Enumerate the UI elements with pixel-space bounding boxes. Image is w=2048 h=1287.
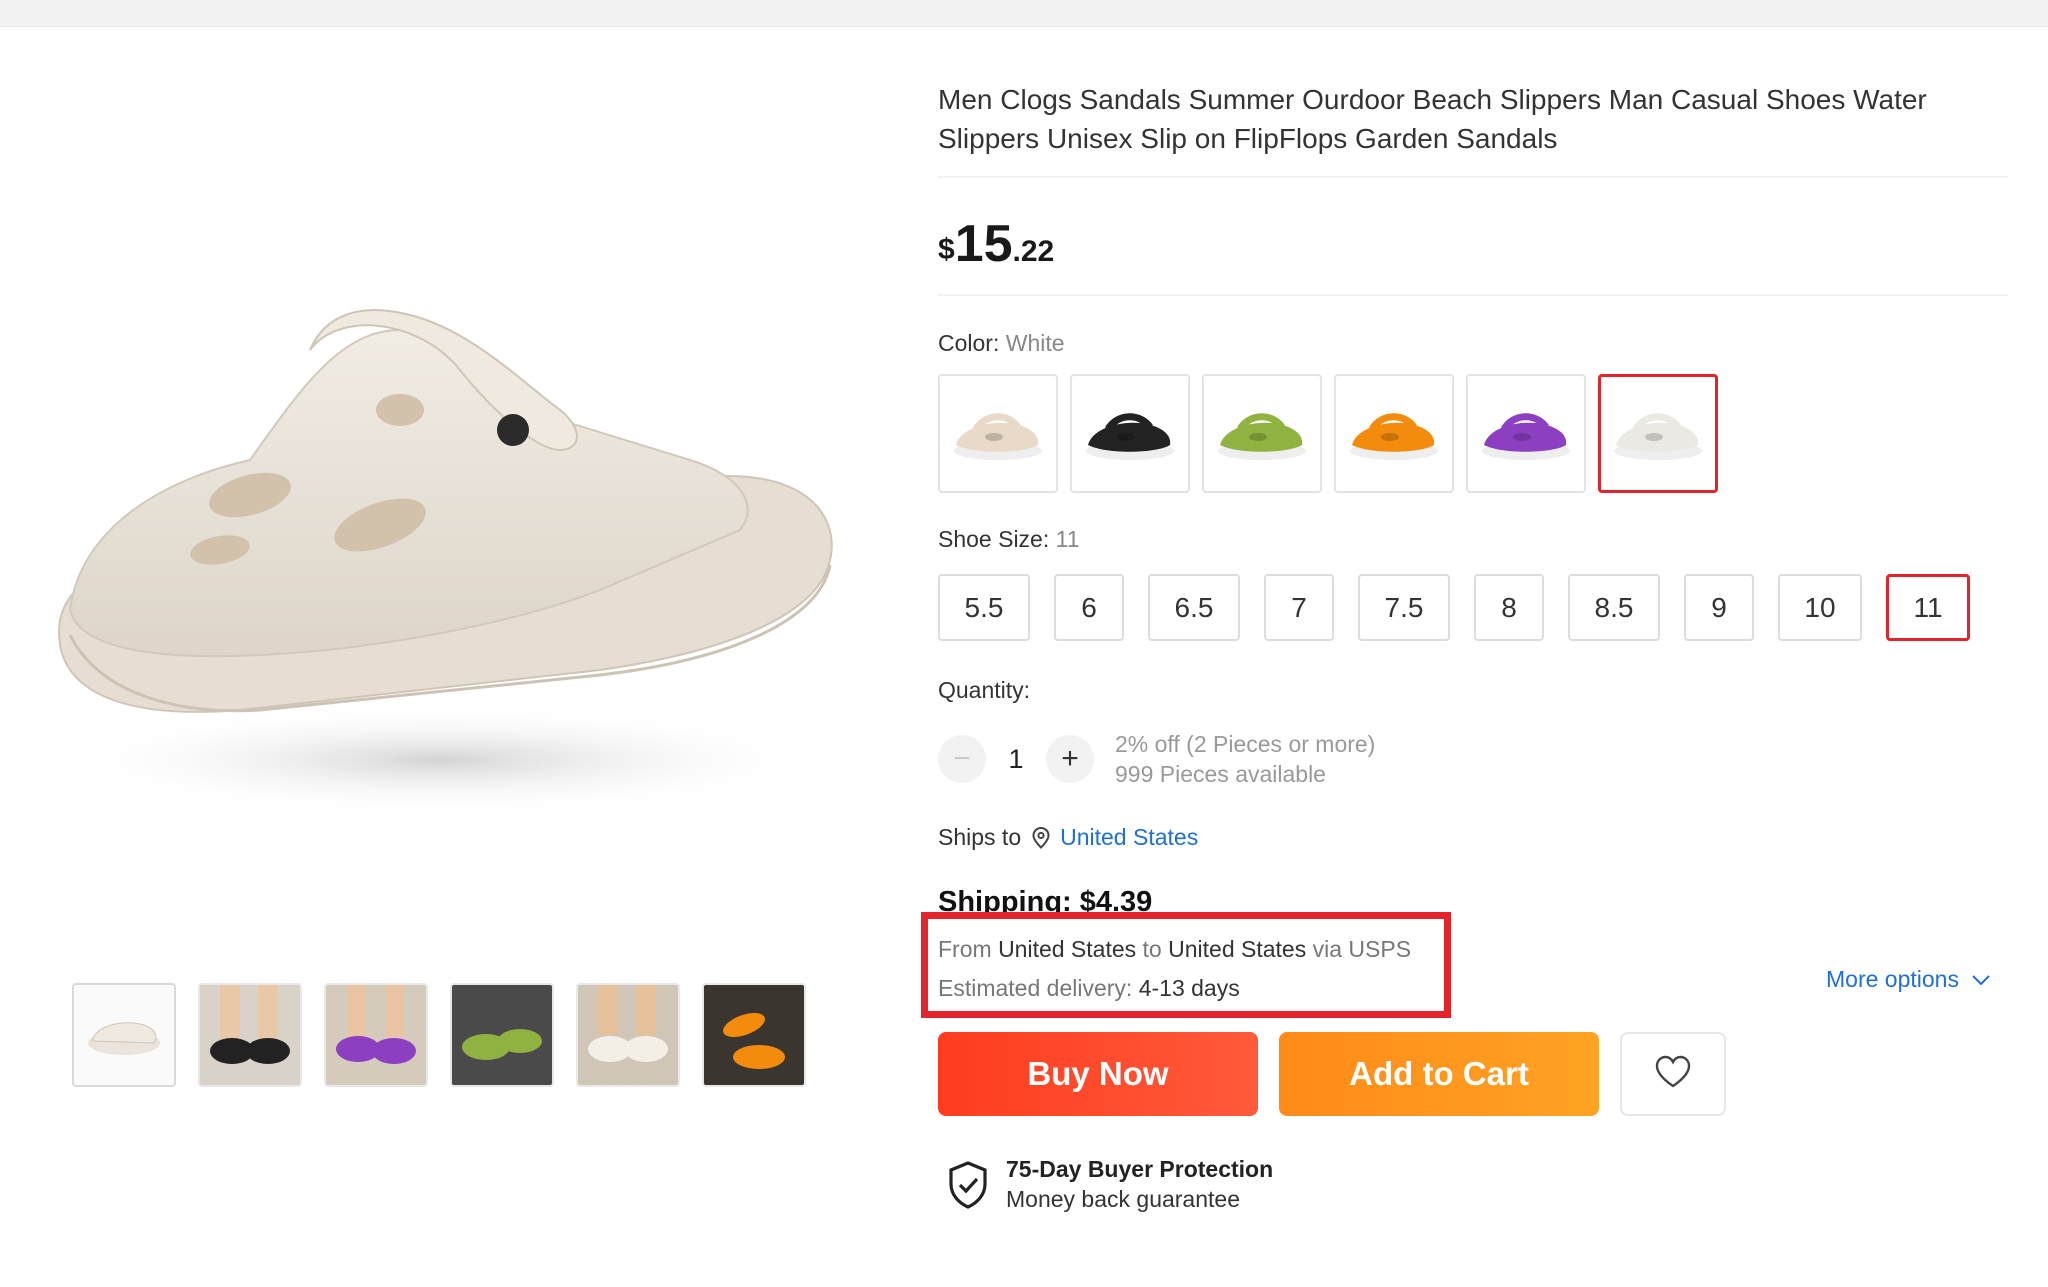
more-shipping-options-link[interactable]: More options bbox=[1826, 966, 1991, 993]
main-product-image[interactable] bbox=[40, 290, 840, 830]
size-option[interactable]: 5.5 bbox=[938, 574, 1030, 641]
divider bbox=[938, 294, 2008, 296]
thumbnail[interactable] bbox=[702, 983, 806, 1087]
product-details: Men Clogs Sandals Summer Ourdoor Beach S… bbox=[938, 80, 2008, 1008]
size-option[interactable]: 10 bbox=[1778, 574, 1862, 641]
color-swatch-image bbox=[1482, 412, 1570, 460]
color-swatch-image bbox=[1350, 412, 1438, 460]
color-label: Color: White bbox=[938, 330, 2008, 357]
size-option[interactable]: 7.5 bbox=[1358, 574, 1450, 641]
thumbnail[interactable] bbox=[72, 983, 176, 1087]
size-option[interactable]: 6 bbox=[1054, 574, 1124, 641]
heart-icon bbox=[1654, 1055, 1692, 1094]
protection-subtitle: Money back guarantee bbox=[1006, 1186, 1240, 1212]
price-decimal: .22 bbox=[1012, 235, 1055, 268]
more-options-label: More options bbox=[1826, 966, 1959, 992]
thumbnail[interactable] bbox=[450, 983, 554, 1087]
quantity-value[interactable]: 1 bbox=[986, 744, 1046, 775]
location-pin-icon bbox=[1032, 826, 1050, 849]
quantity-label: Quantity: bbox=[938, 677, 1031, 703]
color-swatch-image bbox=[1614, 412, 1702, 460]
color-options bbox=[938, 374, 2008, 493]
ships-to-row: Ships to United States bbox=[938, 824, 2008, 851]
size-label-text: Shoe Size: bbox=[938, 526, 1050, 552]
size-options: 5.5 6 6.5 7 7.5 8 8.5 9 10 11 bbox=[938, 574, 2008, 641]
product-title: Men Clogs Sandals Summer Ourdoor Beach S… bbox=[938, 84, 1927, 154]
color-option-black[interactable] bbox=[1070, 374, 1190, 493]
color-swatch-image bbox=[954, 412, 1042, 460]
size-option[interactable]: 6.5 bbox=[1148, 574, 1240, 641]
size-option[interactable]: 9 bbox=[1684, 574, 1754, 641]
size-option[interactable]: 7 bbox=[1264, 574, 1334, 641]
color-option-orange[interactable] bbox=[1334, 374, 1454, 493]
divider bbox=[938, 176, 2008, 178]
color-swatch-image bbox=[1086, 412, 1174, 460]
price-currency: $ bbox=[938, 233, 955, 266]
quantity-info: 2% off (2 Pieces or more) 999 Pieces ava… bbox=[1115, 729, 1375, 789]
selected-color: White bbox=[1005, 330, 1065, 356]
decrease-quantity-button[interactable]: − bbox=[938, 735, 986, 783]
price-integer: 15 bbox=[954, 215, 1013, 273]
color-label-text: Color: bbox=[938, 330, 1000, 356]
thumbnail[interactable] bbox=[324, 983, 428, 1087]
increase-quantity-button[interactable]: + bbox=[1046, 735, 1094, 783]
add-to-cart-button[interactable]: Add to Cart bbox=[1279, 1032, 1599, 1116]
selected-size: 11 bbox=[1055, 526, 1080, 552]
thumbnail-strip bbox=[72, 983, 806, 1087]
size-option[interactable]: 8 bbox=[1474, 574, 1544, 641]
stock-available-text: 999 Pieces available bbox=[1115, 761, 1326, 787]
thumbnail[interactable] bbox=[198, 983, 302, 1087]
purchase-actions: Buy Now Add to Cart bbox=[938, 1032, 1726, 1116]
clog-shoe-image bbox=[50, 309, 833, 815]
size-label: Shoe Size: 11 bbox=[938, 526, 2008, 553]
buyer-protection: 75-Day Buyer Protection Money back guara… bbox=[946, 1156, 1273, 1213]
ships-to-country-link[interactable]: United States bbox=[1060, 824, 1198, 851]
color-option-beige[interactable] bbox=[938, 374, 1058, 493]
color-option-green[interactable] bbox=[1202, 374, 1322, 493]
shield-check-icon bbox=[949, 1160, 987, 1209]
bulk-discount-text: 2% off (2 Pieces or more) bbox=[1115, 731, 1376, 757]
size-option[interactable]: 11 bbox=[1886, 574, 1970, 641]
highlight-box bbox=[921, 912, 1451, 1018]
wishlist-button[interactable] bbox=[1620, 1032, 1726, 1116]
size-option[interactable]: 8.5 bbox=[1568, 574, 1660, 641]
color-option-white[interactable] bbox=[1598, 374, 1718, 493]
protection-title: 75-Day Buyer Protection bbox=[1006, 1156, 1274, 1182]
top-nav-bar bbox=[0, 0, 2048, 27]
ships-to-label: Ships to bbox=[938, 824, 1022, 850]
color-option-purple[interactable] bbox=[1466, 374, 1586, 493]
quantity-stepper: − 1 + 2% off (2 Pieces or more) 999 Piec… bbox=[938, 729, 2008, 789]
thumbnail[interactable] bbox=[576, 983, 680, 1087]
chevron-down-icon bbox=[1971, 974, 1991, 986]
product-price: $15.22 bbox=[938, 214, 2008, 274]
color-swatch-image bbox=[1218, 412, 1306, 460]
buy-now-button[interactable]: Buy Now bbox=[938, 1032, 1258, 1116]
